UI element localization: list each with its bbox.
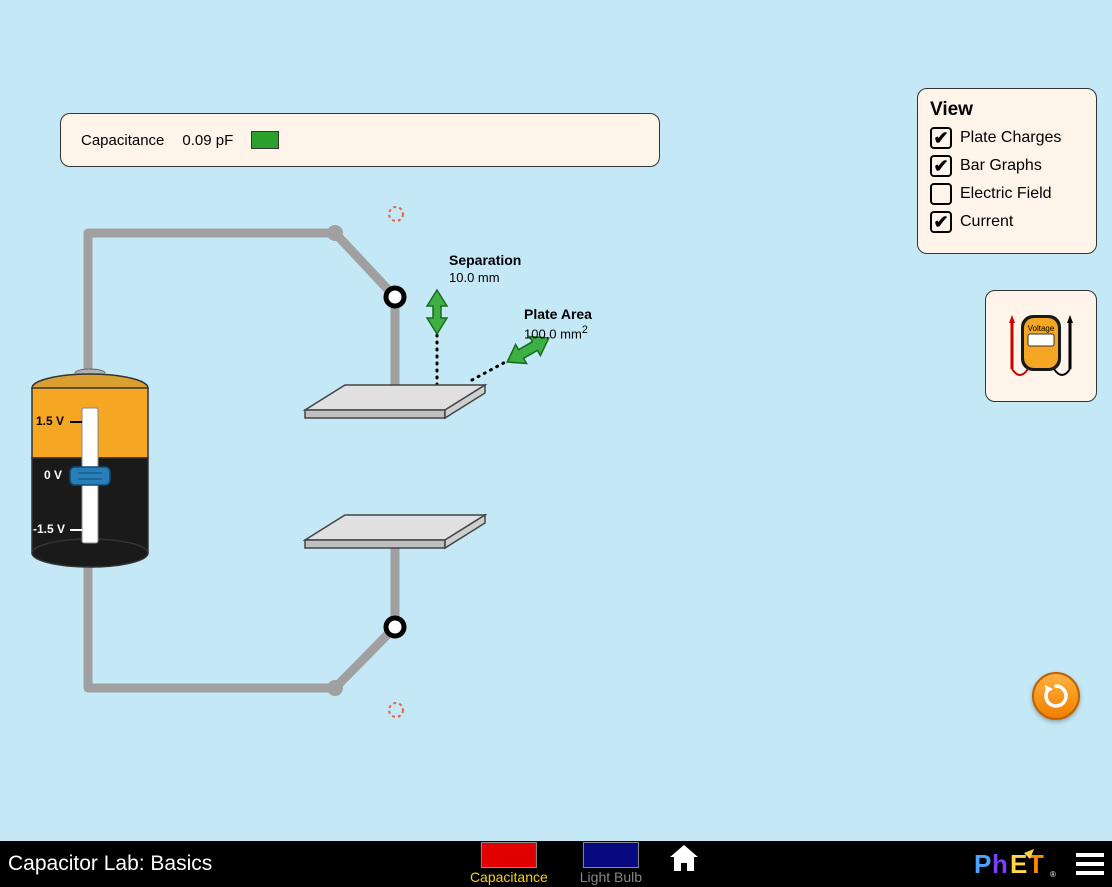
switch-target-bottom[interactable] <box>389 703 403 717</box>
home-icon <box>666 841 702 877</box>
separation-handle[interactable] <box>427 290 447 334</box>
checkbox-electric-field[interactable] <box>930 183 952 205</box>
switch-hinge-top[interactable] <box>386 288 404 306</box>
svg-text:Voltage: Voltage <box>1028 324 1055 333</box>
sim-title: Capacitor Lab: Basics <box>8 852 212 876</box>
plate-area-value: 100.0 mm2 <box>524 324 588 341</box>
plate-area-label: Plate Area <box>524 306 592 322</box>
option-electric-field: Electric Field <box>960 185 1052 203</box>
option-plate-charges: Plate Charges <box>960 129 1061 147</box>
battery-tick-bot: -1.5 V <box>33 522 65 536</box>
option-current: Current <box>960 213 1013 231</box>
screen-tabs: Capacitance Light Bulb <box>470 842 642 887</box>
option-bar-graphs: Bar Graphs <box>960 157 1042 175</box>
battery-tick-mid: 0 V <box>44 468 62 482</box>
view-panel: View Plate Charges Bar Graphs Electric F… <box>917 88 1097 254</box>
switch-target-top[interactable] <box>389 207 403 221</box>
wire-node-bottom <box>327 680 343 696</box>
voltmeter-icon: Voltage <box>998 303 1084 389</box>
checkbox-bar-graphs[interactable] <box>930 155 952 177</box>
home-button[interactable] <box>666 841 702 882</box>
switch-hinge-bottom[interactable] <box>386 618 404 636</box>
separation-value: 10.0 mm <box>449 270 500 285</box>
tab-light-bulb[interactable]: Light Bulb <box>580 842 642 887</box>
separation-label: Separation <box>449 252 521 268</box>
capacitance-label: Capacitance <box>81 132 164 149</box>
battery-tick-top: 1.5 V <box>36 414 64 428</box>
phet-menu-button[interactable] <box>1076 853 1104 875</box>
checkbox-plate-charges[interactable] <box>930 127 952 149</box>
tab-lightbulb-thumb <box>583 842 639 868</box>
view-title: View <box>930 99 1084 121</box>
svg-text:h: h <box>992 849 1008 879</box>
reset-icon <box>1042 682 1070 710</box>
checkbox-current[interactable] <box>930 211 952 233</box>
wire-node-top <box>327 225 343 241</box>
navigation-bar: Capacitor Lab: Basics Capacitance Light … <box>0 841 1112 887</box>
guide-dots <box>437 307 524 390</box>
phet-logo[interactable]: P h E T ® <box>974 847 1064 881</box>
battery-voltage-slider[interactable] <box>70 467 110 485</box>
voltmeter-tool[interactable]: Voltage <box>985 290 1097 402</box>
tab-capacitance-thumb <box>481 842 537 868</box>
svg-text:P: P <box>974 849 991 879</box>
top-plate[interactable] <box>305 385 485 418</box>
capacitance-readout: Capacitance 0.09 pF <box>60 113 660 167</box>
bottom-plate[interactable] <box>305 515 485 548</box>
capacitance-value: 0.09 pF <box>182 132 233 149</box>
reset-all-button[interactable] <box>1032 672 1080 720</box>
battery: 1.5 V 0 V -1.5 V <box>30 368 150 568</box>
svg-text:®: ® <box>1050 870 1056 879</box>
capacitance-bar-swatch <box>251 131 279 149</box>
tab-capacitance[interactable]: Capacitance <box>470 842 548 887</box>
